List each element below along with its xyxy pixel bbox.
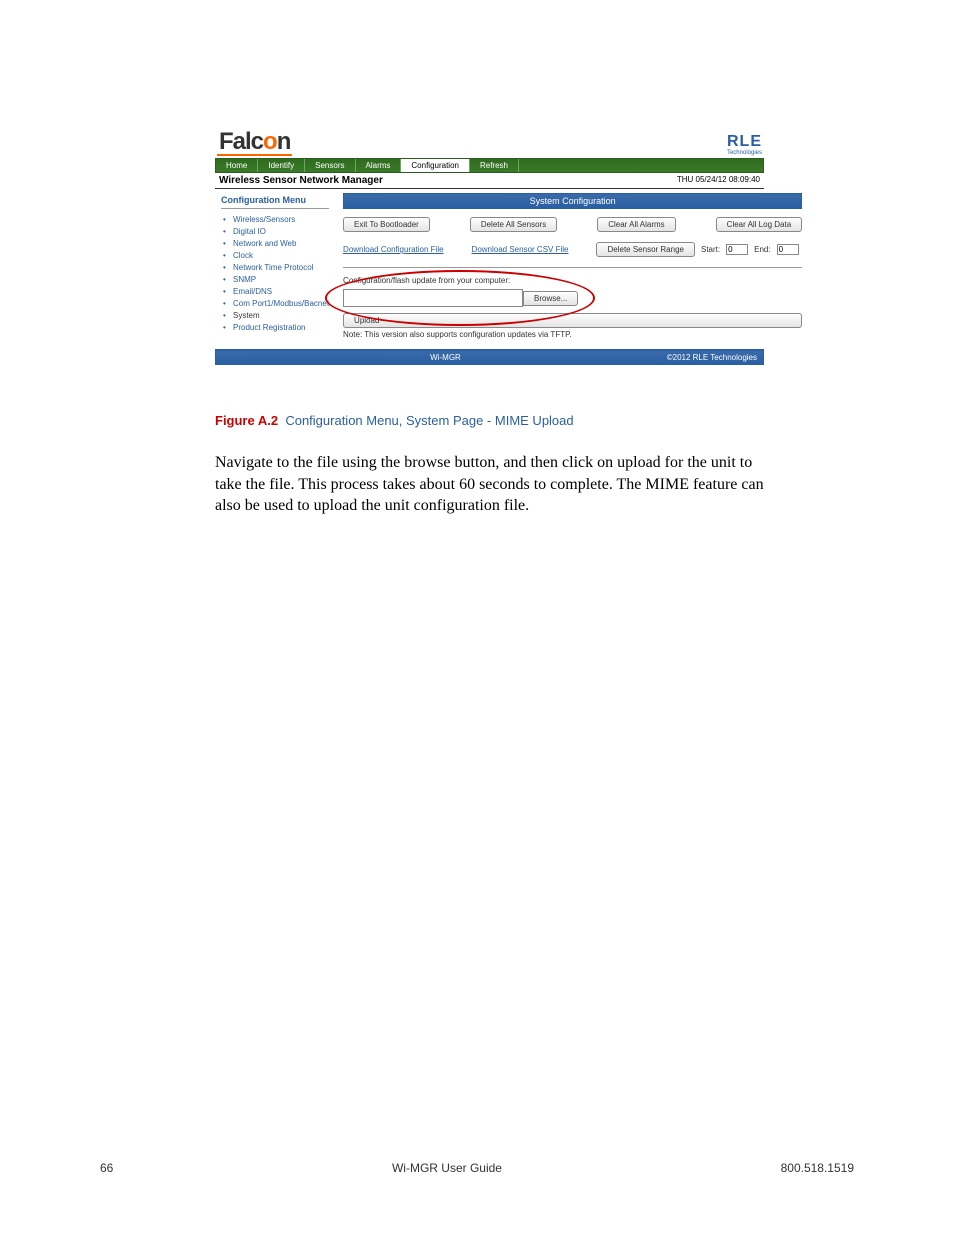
doc-phone: 800.518.1519: [781, 1161, 854, 1175]
browse-button[interactable]: Browse...: [523, 291, 578, 306]
subheader-timestamp: THU 05/24/12 08:09:40: [677, 175, 760, 186]
screenshot-footer: Wi-MGR ©2012 RLE Technologies: [215, 350, 764, 365]
menu-item-email-dns[interactable]: Email/DNS: [223, 285, 329, 297]
download-configuration-link[interactable]: Download Configuration File: [343, 245, 444, 254]
subheader-title: Wireless Sensor Network Manager: [219, 175, 383, 186]
clear-all-log-data-button[interactable]: Clear All Log Data: [716, 217, 802, 232]
figure-caption: Figure A.2 Configuration Menu, System Pa…: [215, 413, 764, 428]
doc-title: Wi-MGR User Guide: [392, 1161, 502, 1175]
falcon-logo-text: Falc: [219, 128, 263, 155]
download-sensor-csv-link[interactable]: Download Sensor CSV File: [472, 245, 569, 254]
clear-all-alarms-button[interactable]: Clear All Alarms: [597, 217, 675, 232]
exit-bootloader-button[interactable]: Exit To Bootloader: [343, 217, 430, 232]
upload-note: Note: This version also supports configu…: [343, 330, 802, 339]
rle-logo: RLE Technologies: [727, 134, 762, 156]
button-row-2: Download Configuration File Download Sen…: [343, 242, 802, 257]
menu-item-system[interactable]: System: [223, 309, 329, 321]
menu-item-product-registration[interactable]: Product Registration: [223, 321, 329, 333]
subheader: Wireless Sensor Network Manager THU 05/2…: [215, 173, 764, 189]
body-paragraph: Navigate to the file using the browse bu…: [215, 452, 764, 517]
delete-sensor-range-group: Delete Sensor Range Start: End:: [596, 242, 798, 257]
tabs-bar: Home Identify Sensors Alarms Configurati…: [215, 158, 764, 173]
tab-refresh[interactable]: Refresh: [470, 159, 519, 172]
tab-configuration[interactable]: Configuration: [401, 159, 470, 172]
menu-item-digital-io[interactable]: Digital IO: [223, 225, 329, 237]
menu-item-network-web[interactable]: Network and Web: [223, 237, 329, 249]
start-input[interactable]: [726, 244, 748, 255]
figure-label: Figure A.2: [215, 413, 278, 428]
tab-alarms[interactable]: Alarms: [356, 159, 402, 172]
configuration-menu: Configuration Menu Wireless/Sensors Digi…: [215, 189, 337, 349]
file-path-field[interactable]: [343, 289, 523, 307]
menu-item-ntp[interactable]: Network Time Protocol: [223, 261, 329, 273]
tab-sensors[interactable]: Sensors: [305, 159, 355, 172]
start-label: Start:: [701, 245, 720, 254]
screenshot-figure: Falcon RLE Technologies Home Identify Se…: [215, 130, 764, 365]
figure-text: Configuration Menu, System Page - MIME U…: [285, 413, 573, 428]
rle-logo-big: RLE: [727, 134, 762, 150]
button-row-1: Exit To Bootloader Delete All Sensors Cl…: [343, 217, 802, 232]
menu-item-wireless-sensors[interactable]: Wireless/Sensors: [223, 213, 329, 225]
upload-button[interactable]: Upload: [343, 313, 802, 328]
end-input[interactable]: [777, 244, 799, 255]
end-label: End:: [754, 245, 770, 254]
delete-all-sensors-button[interactable]: Delete All Sensors: [470, 217, 557, 232]
falcon-logo-text2: n: [277, 128, 291, 155]
divider: [343, 267, 802, 268]
menu-item-com-port[interactable]: Com Port1/Modbus/Bacnet: [223, 297, 329, 309]
footer-right: ©2012 RLE Technologies: [667, 353, 757, 362]
menu-item-clock[interactable]: Clock: [223, 249, 329, 261]
upload-area: Configuration/flash update from your com…: [343, 276, 802, 339]
rle-logo-small: Technologies: [727, 150, 762, 156]
tab-home[interactable]: Home: [216, 159, 258, 172]
configuration-menu-title: Configuration Menu: [221, 195, 329, 209]
delete-sensor-range-button[interactable]: Delete Sensor Range: [596, 242, 695, 257]
section-header: System Configuration: [343, 193, 802, 209]
system-configuration-pane: System Configuration Exit To Bootloader …: [337, 189, 808, 349]
page-number: 66: [100, 1161, 113, 1175]
page-footer: 66 Wi-MGR User Guide 800.518.1519: [0, 1161, 954, 1175]
upload-label: Configuration/flash update from your com…: [343, 276, 802, 285]
menu-item-snmp[interactable]: SNMP: [223, 273, 329, 285]
footer-center: Wi-MGR: [224, 353, 667, 362]
tab-identify[interactable]: Identify: [258, 159, 305, 172]
screenshot-header: Falcon RLE Technologies: [215, 130, 764, 158]
falcon-logo-o: o: [263, 128, 277, 155]
falcon-logo: Falcon: [217, 130, 292, 156]
